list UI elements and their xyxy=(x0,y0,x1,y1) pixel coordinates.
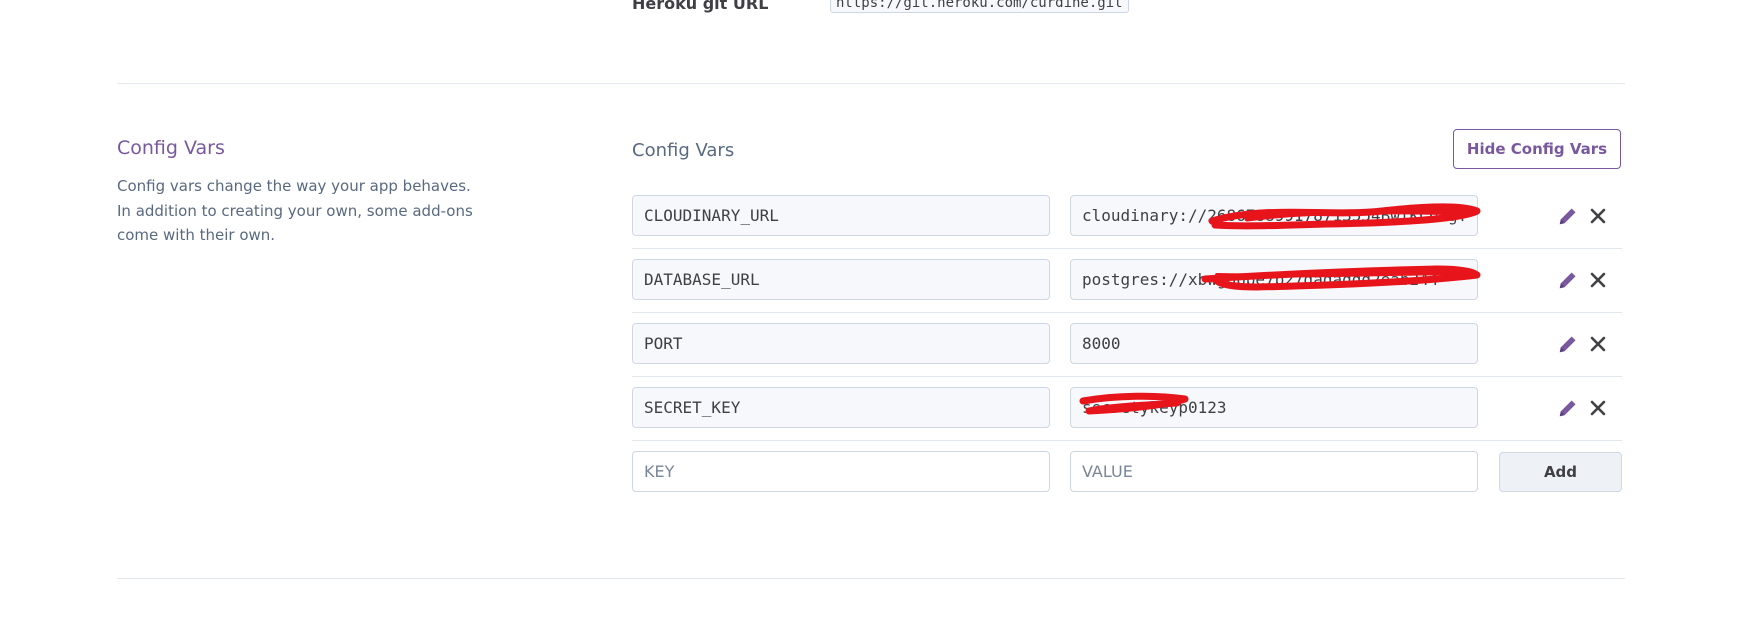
section-description: Config vars change the way your app beha… xyxy=(117,177,473,244)
config-var-value[interactable]: postgres://xbwg6ppe7b27dadaddd2eab244 xyxy=(1070,259,1478,300)
config-var-key[interactable]: DATABASE_URL xyxy=(632,259,1050,300)
config-var-key[interactable]: PORT xyxy=(632,323,1050,364)
edit-pencil-icon[interactable] xyxy=(1556,268,1580,292)
config-var-key[interactable]: SECRET_KEY xyxy=(632,387,1050,428)
config-var-row: PORT 8000 xyxy=(632,312,1622,377)
new-key-input[interactable] xyxy=(632,451,1050,492)
git-url-value[interactable]: https://git.heroku.com/curdine.git xyxy=(830,0,1129,13)
edit-pencil-icon[interactable] xyxy=(1556,204,1580,228)
section-divider-bottom xyxy=(117,578,1625,579)
delete-close-icon[interactable] xyxy=(1586,268,1610,292)
section-title: Config Vars xyxy=(117,137,225,159)
config-var-row: DATABASE_URL postgres://xbwg6ppe7b27dada… xyxy=(632,248,1622,313)
config-var-value[interactable]: 8000 xyxy=(1070,323,1478,364)
panel-title: Config Vars xyxy=(632,140,735,161)
delete-close-icon[interactable] xyxy=(1586,204,1610,228)
delete-close-icon[interactable] xyxy=(1586,332,1610,356)
edit-pencil-icon[interactable] xyxy=(1556,332,1580,356)
hide-config-vars-button[interactable]: Hide Config Vars xyxy=(1453,129,1621,169)
config-var-key[interactable]: CLOUDINARY_URL xyxy=(632,195,1050,236)
config-var-value[interactable]: cloudinary://268678899178713554BwfKCbtgT xyxy=(1070,195,1478,236)
new-value-input[interactable] xyxy=(1070,451,1478,492)
delete-close-icon[interactable] xyxy=(1586,396,1610,420)
git-url-row: Heroku git URL https://git.heroku.com/cu… xyxy=(632,0,1129,14)
git-url-label: Heroku git URL xyxy=(632,0,769,13)
section-divider-top xyxy=(117,83,1625,84)
config-var-value[interactable]: secretykeyp0123 xyxy=(1070,387,1478,428)
add-config-var-button[interactable]: Add xyxy=(1499,452,1622,492)
config-var-row: SECRET_KEY secretykeyp0123 xyxy=(632,376,1622,441)
new-config-var-row: Add xyxy=(632,440,1622,504)
config-var-row: CLOUDINARY_URL cloudinary://268678899178… xyxy=(632,184,1622,249)
edit-pencil-icon[interactable] xyxy=(1556,396,1580,420)
